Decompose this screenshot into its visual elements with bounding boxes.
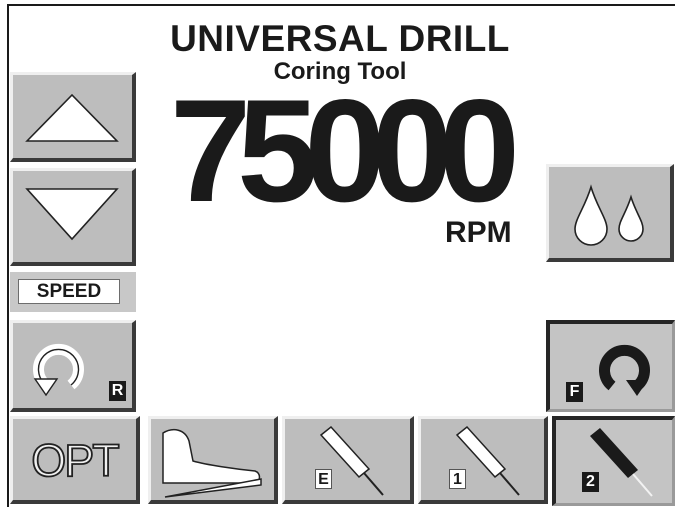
speed-mode-indicator: SPEED xyxy=(10,272,136,312)
tool-e-badge: E xyxy=(315,469,332,489)
tool-e-button[interactable]: E xyxy=(282,416,414,504)
reverse-rotation-button[interactable]: R xyxy=(10,320,136,412)
irrigation-button[interactable] xyxy=(546,164,674,262)
drill-bit-icon xyxy=(319,425,384,496)
forward-badge: F xyxy=(566,382,583,402)
tool-1-button[interactable]: 1 xyxy=(418,416,548,504)
reverse-badge: R xyxy=(109,381,126,401)
speed-readout: 75000 xyxy=(170,69,520,232)
foot-pedal-button[interactable] xyxy=(148,416,278,504)
water-drops-icon xyxy=(574,184,644,246)
drill-bit-icon xyxy=(455,425,520,496)
drill-bit-icon xyxy=(590,428,653,497)
opt-label: OPT xyxy=(30,434,120,487)
tool-2-badge: 2 xyxy=(582,472,599,492)
foot-pedal-icon xyxy=(162,428,262,498)
tool-1-badge: 1 xyxy=(449,469,466,489)
device-title: UNIVERSAL DRILL xyxy=(170,18,510,59)
arrow-down-icon xyxy=(25,188,119,241)
speed-down-button[interactable] xyxy=(10,168,136,266)
options-button[interactable]: OPT xyxy=(10,416,140,504)
speed-unit-label: RPM xyxy=(445,216,512,249)
tool-2-button[interactable]: 2 xyxy=(552,416,675,506)
speed-label-text: SPEED xyxy=(18,279,120,304)
forward-rotation-button[interactable]: F xyxy=(546,320,675,412)
speed-up-button[interactable] xyxy=(10,72,136,162)
arrow-up-icon xyxy=(25,93,119,142)
